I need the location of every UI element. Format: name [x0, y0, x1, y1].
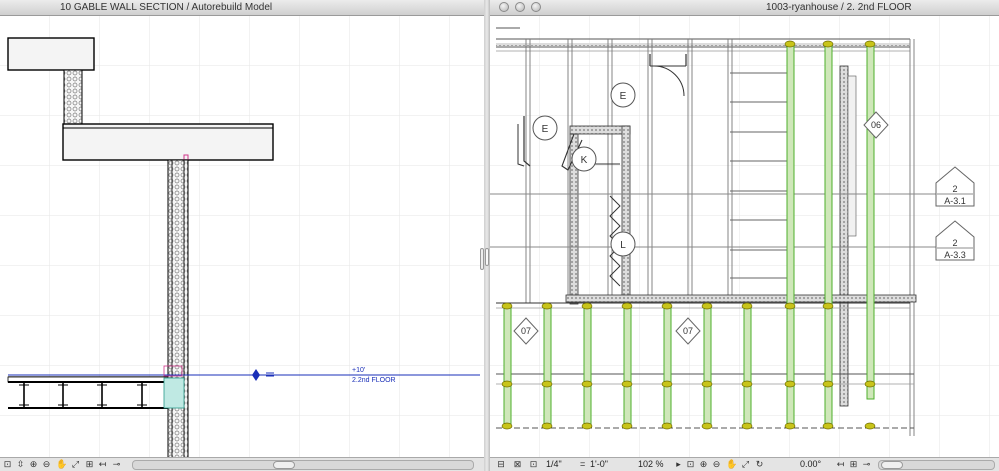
plan-drawing-canvas[interactable]: E E K L 06 07 07 2 A-3.1 2 A-3.3 — [490, 16, 999, 458]
scale-real-value[interactable]: 1'-0" — [590, 458, 608, 470]
zoom-out-icon[interactable]: ⊖ — [711, 459, 722, 469]
zoom-vertical-icon[interactable]: ⇳ — [15, 459, 26, 469]
svg-text:E: E — [620, 91, 627, 102]
zoom-in-icon[interactable]: ⊕ — [28, 459, 39, 469]
zoom-level[interactable]: 102 % — [638, 458, 664, 470]
level-name: 2.2nd FLOOR — [352, 377, 396, 384]
room-marker-l[interactable]: L — [610, 231, 636, 257]
svg-text:A-3.1: A-3.1 — [944, 196, 966, 206]
scale-value[interactable]: 1/4" — [546, 458, 562, 470]
upper-roof-slab — [7, 37, 95, 71]
plan-window-statusbar: ⊟ ⊠ ⊡ 1/4" = 1'-0" 102 % ▸ ⊡ ⊕ ⊖ ✋ ⤢ ↻ 0… — [490, 457, 999, 471]
layers-icon[interactable]: ⊠ — [512, 459, 523, 469]
previous-view-icon[interactable]: ↤ — [835, 459, 846, 469]
room-marker-e-upper[interactable]: E — [610, 82, 636, 108]
svg-text:2: 2 — [952, 184, 957, 194]
main-wall — [167, 159, 189, 458]
plan-horizontal-scroll-thumb[interactable] — [881, 461, 903, 469]
plan-horizontal-scrollbar[interactable] — [878, 460, 995, 470]
zoom-fit-icon[interactable]: ⊡ — [685, 459, 696, 469]
level-elevation: +10' — [352, 367, 365, 374]
horizontal-scroll-thumb[interactable] — [273, 461, 295, 469]
zoom-in-icon[interactable]: ⊕ — [698, 459, 709, 469]
upper-wall — [63, 69, 83, 127]
scale-equals: = — [580, 459, 586, 469]
section-drawing: +10' 2.2nd FLOOR — [0, 16, 484, 458]
zoom-window-icon[interactable] — [531, 2, 541, 12]
middle-slab — [62, 123, 274, 161]
svg-text:E: E — [542, 124, 549, 135]
pan-hand-icon[interactable]: ✋ — [726, 459, 737, 469]
svg-text:A-3.3: A-3.3 — [944, 250, 966, 260]
svg-text:07: 07 — [521, 326, 531, 336]
rotate-view-icon[interactable]: ↻ — [754, 459, 765, 469]
fit-window-icon[interactable]: ⤢ — [70, 459, 81, 469]
minimize-window-icon[interactable] — [515, 2, 525, 12]
horizontal-scrollbar[interactable] — [132, 460, 474, 470]
next-view-icon[interactable]: ⊸ — [111, 459, 122, 469]
zoom-box-icon[interactable]: ⊞ — [848, 459, 859, 469]
zoom-box-icon[interactable]: ⊞ — [84, 459, 95, 469]
zoom-menu-icon[interactable]: ▸ — [673, 459, 684, 469]
floor-plan-drawing: E E K L 06 07 07 2 A-3.1 2 A-3.3 — [490, 16, 999, 458]
layout-icon[interactable]: ⊡ — [528, 459, 539, 469]
section-window: 10 GABLE WALL SECTION / Autorebuild Mode… — [0, 0, 484, 471]
plan-window: 1003-ryanhouse / 2. 2nd FLOOR E E K L 06… — [490, 0, 999, 471]
plan-window-titlebar[interactable]: 1003-ryanhouse / 2. 2nd FLOOR — [490, 0, 999, 16]
section-window-statusbar: ⊡ ⇳ ⊕ ⊖ ✋ ⤢ ⊞ ↤ ⊸ — [0, 457, 484, 471]
section-window-title: 10 GABLE WALL SECTION / Autorebuild Mode… — [60, 2, 273, 13]
section-window-titlebar[interactable]: 10 GABLE WALL SECTION / Autorebuild Mode… — [0, 0, 484, 16]
splitter-handle[interactable] — [485, 248, 489, 266]
room-marker-k[interactable]: K — [571, 146, 597, 172]
pan-hand-icon[interactable]: ✋ — [56, 459, 67, 469]
previous-view-icon[interactable]: ↤ — [97, 459, 108, 469]
zoom-out-icon[interactable]: ⊖ — [41, 459, 52, 469]
close-window-icon[interactable] — [499, 2, 509, 12]
plan-window-title: 1003-ryanhouse / 2. 2nd FLOOR — [766, 2, 912, 13]
scale-badge-icon[interactable]: ⊟ — [494, 459, 508, 469]
room-marker-e-left[interactable]: E — [532, 115, 558, 141]
zoom-fit-icon[interactable]: ⊡ — [2, 459, 13, 469]
svg-text:L: L — [620, 240, 626, 251]
rotation-angle[interactable]: 0.00° — [800, 458, 821, 470]
svg-text:06: 06 — [871, 120, 881, 130]
next-view-icon[interactable]: ⊸ — [861, 459, 872, 469]
fit-window-icon[interactable]: ⤢ — [740, 459, 751, 469]
svg-text:K: K — [581, 155, 588, 166]
svg-text:07: 07 — [683, 326, 693, 336]
section-drawing-canvas[interactable]: +10' 2.2nd FLOOR — [0, 16, 484, 458]
svg-text:2: 2 — [952, 238, 957, 248]
